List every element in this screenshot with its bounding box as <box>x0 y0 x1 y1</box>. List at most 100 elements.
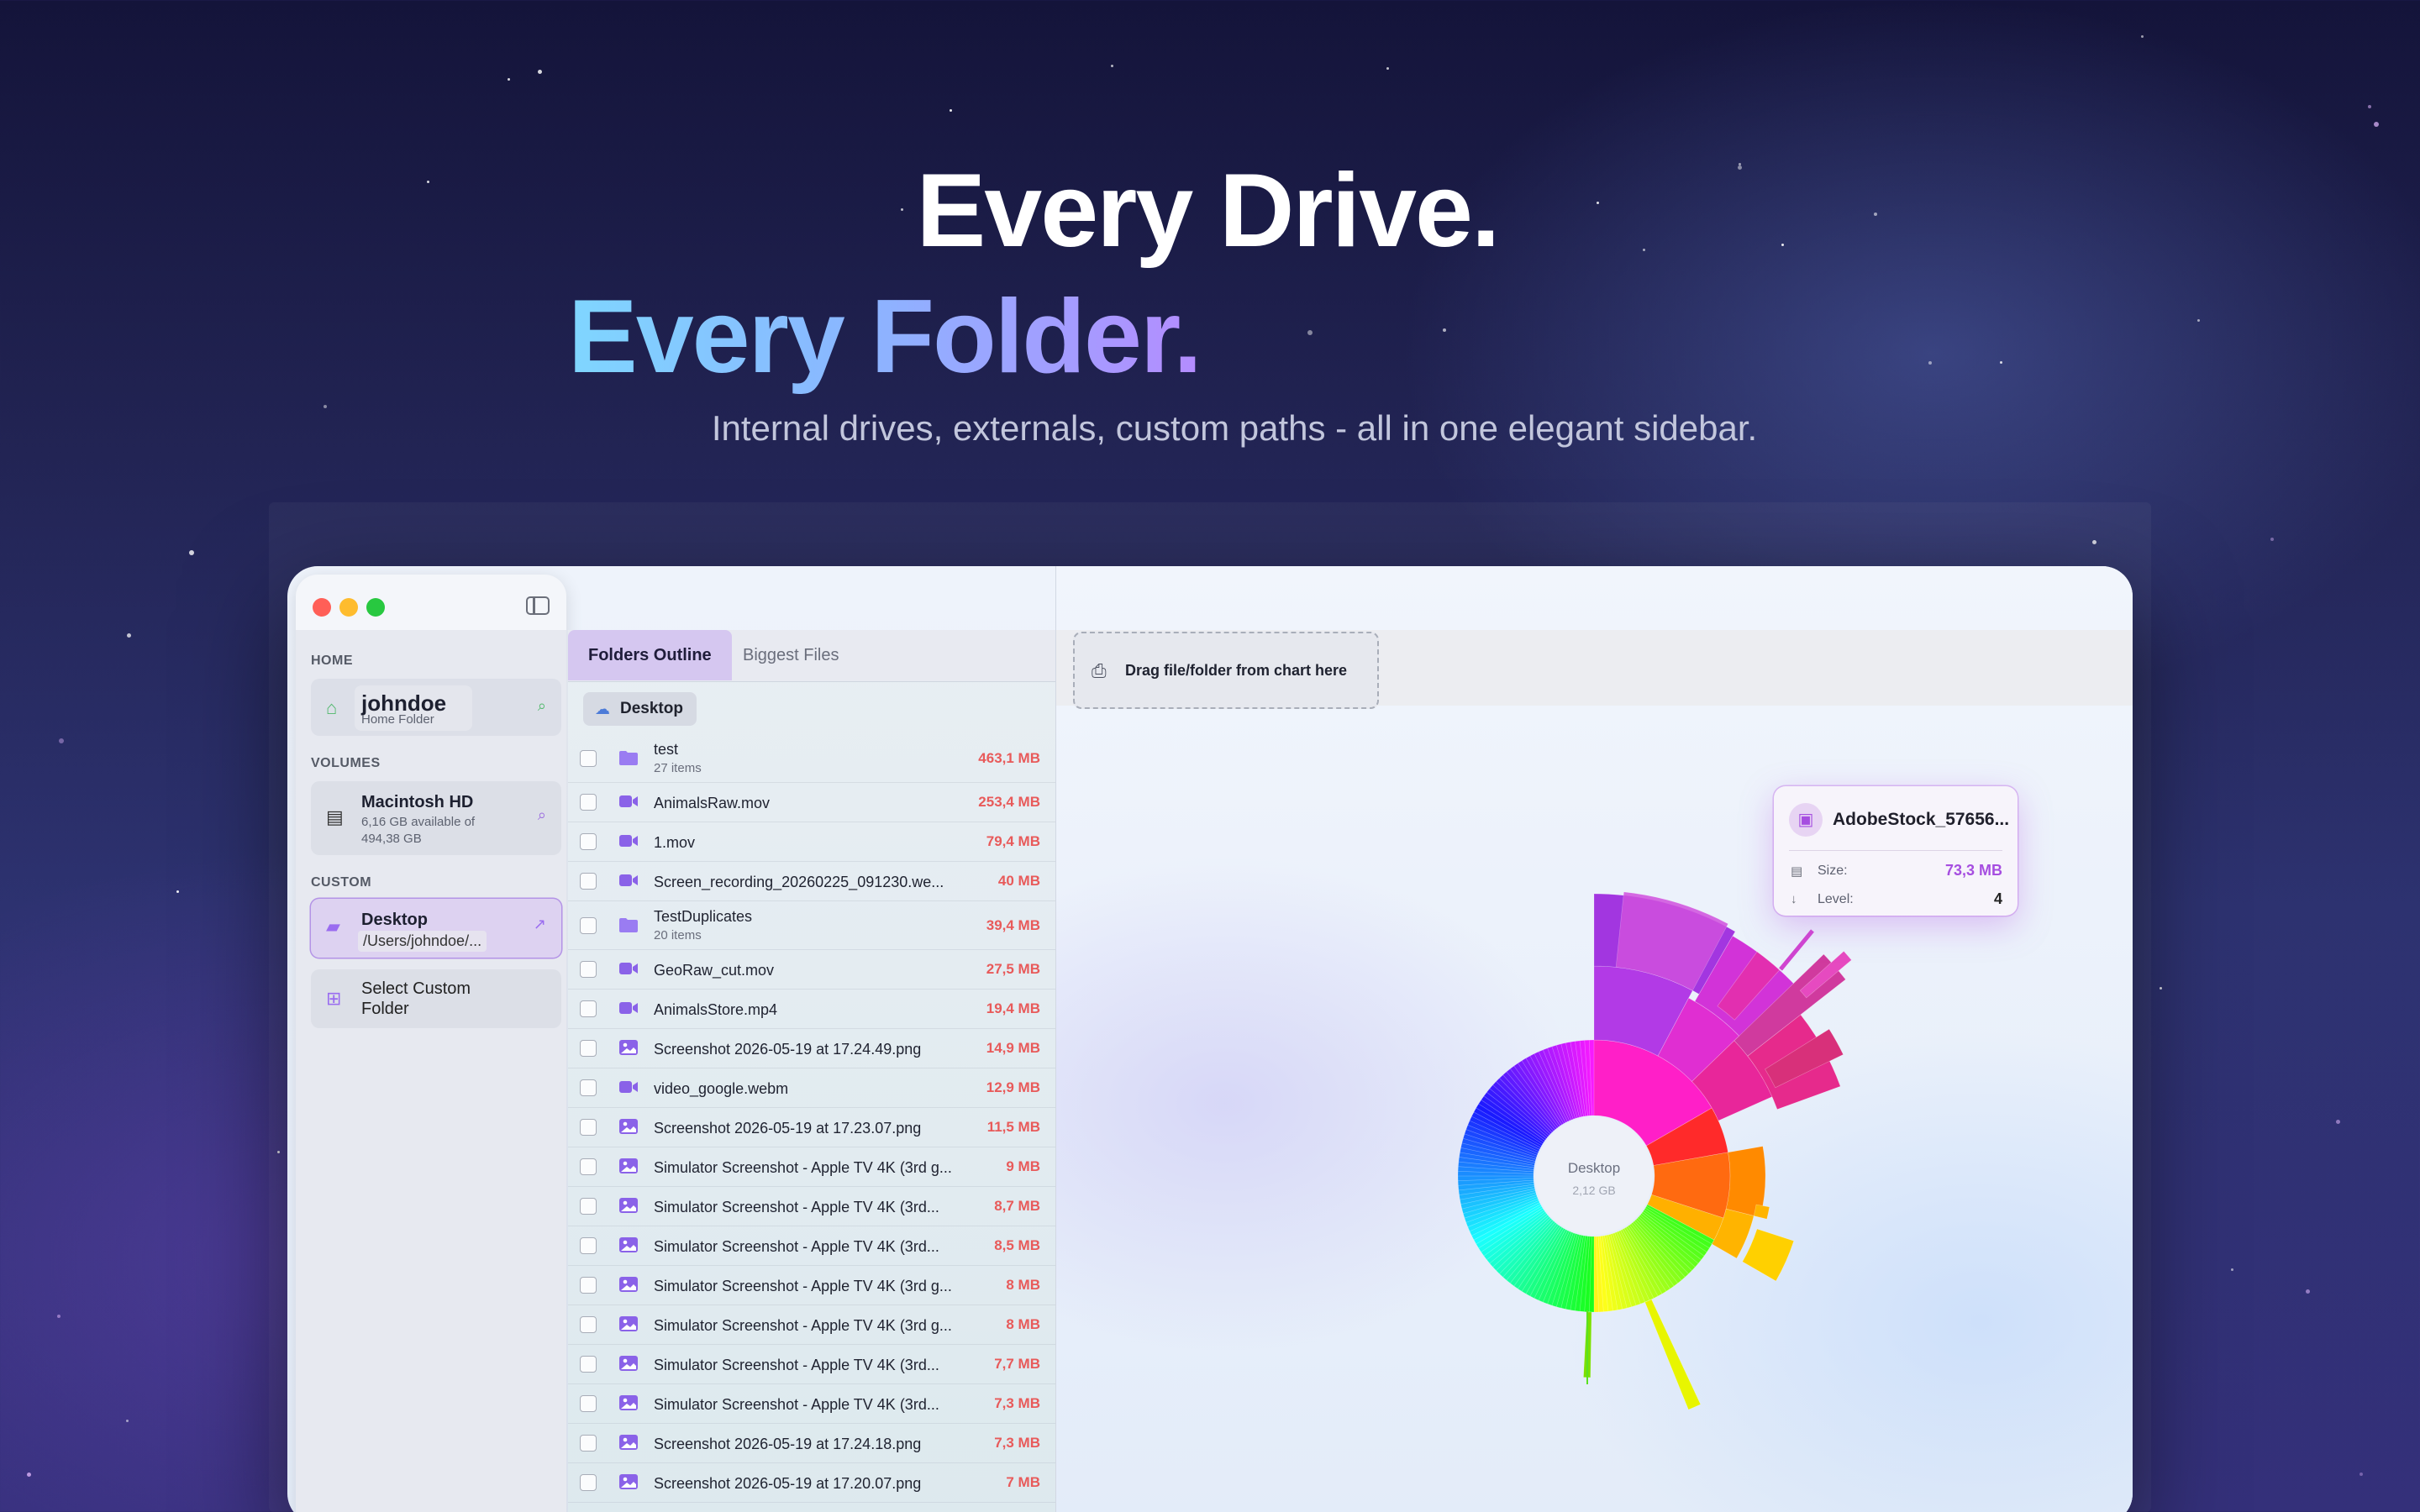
sidebar-item-macintosh-hd[interactable]: ▤ Macintosh HD 6,16 GB available of 494,… <box>311 781 561 855</box>
tab-biggest-files[interactable]: Biggest Files <box>723 630 860 680</box>
list-item[interactable]: Screen_recording_20260225_091230.we... 40… <box>568 862 1055 901</box>
file-name: Screenshot 2026-05-19 at 17.24.18.png <box>654 1436 921 1453</box>
sidebar-item-desktop[interactable]: ▰ Desktop /Users/johndoe/... ↗ <box>311 899 561 958</box>
list-item[interactable]: TestDuplicates 20 items 39,4 MB <box>568 901 1055 950</box>
tooltip-size-value: 73,3 MB <box>1945 862 2002 879</box>
sunburst-chart[interactable]: Desktop 2,12 GB <box>1056 566 2133 1512</box>
chart-segment[interactable] <box>1781 931 1812 969</box>
select-checkbox[interactable] <box>580 1316 597 1333</box>
close-window-button[interactable] <box>313 598 331 617</box>
file-name: Simulator Screenshot - Apple TV 4K (3rd … <box>654 1159 952 1177</box>
image-icon <box>618 1394 639 1413</box>
select-checkbox[interactable] <box>580 1237 597 1254</box>
file-name: Simulator Screenshot - Apple TV 4K (3rd.… <box>654 1238 939 1256</box>
select-checkbox[interactable] <box>580 1474 597 1491</box>
list-item[interactable]: AnimalsRaw.mov 253,4 MB <box>568 783 1055 822</box>
tab-bar: Folders Outline Biggest Files <box>568 630 1055 682</box>
sidebar-item-home[interactable]: ⌂ johndoe Home Folder ⌕ <box>311 679 561 736</box>
select-custom-line1: Select Custom <box>361 979 471 999</box>
file-size: 19,4 MB <box>986 1000 1040 1017</box>
file-name: AnimalsRaw.mov <box>654 795 770 812</box>
sidebar: HOME ⌂ johndoe Home Folder ⌕ VOLUMES ▤ M… <box>296 575 566 1512</box>
file-name: Screenshot 2026-05-19 at 17.20.07.png <box>654 1475 921 1493</box>
share-icon[interactable]: ↗ <box>534 916 546 933</box>
select-checkbox[interactable] <box>580 750 597 767</box>
custom-path: /Users/johndoe/... <box>358 931 487 952</box>
folder-icon <box>618 749 639 768</box>
chart-segment[interactable] <box>1743 1229 1794 1281</box>
image-icon <box>618 1355 639 1373</box>
list-item[interactable]: AnimalsStore.mp4 19,4 MB <box>568 990 1055 1029</box>
select-checkbox[interactable] <box>580 1395 597 1412</box>
file-size: 7 MB <box>1006 1474 1040 1491</box>
file-size: 14,9 MB <box>986 1040 1040 1057</box>
select-checkbox[interactable] <box>580 1000 597 1017</box>
select-checkbox[interactable] <box>580 873 597 890</box>
list-item[interactable]: Simulator Screenshot - Apple TV 4K (3rd … <box>568 1147 1055 1187</box>
tooltip-size-label: Size: <box>1818 864 1848 879</box>
file-size: 7,3 MB <box>994 1395 1040 1412</box>
chart-segment[interactable] <box>1754 1205 1770 1219</box>
file-name: video_google.webm <box>654 1080 788 1098</box>
section-label-volumes: VOLUMES <box>311 756 381 771</box>
list-item[interactable]: test 27 items 463,1 MB <box>568 734 1055 783</box>
chart-center[interactable] <box>1535 1117 1653 1235</box>
list-item[interactable]: Simulator Screenshot - Apple TV 4K (3rd.… <box>568 1384 1055 1424</box>
list-item[interactable]: video_google.webm 12,9 MB <box>568 1068 1055 1108</box>
sidebar-toggle-icon[interactable] <box>526 596 550 615</box>
section-label-custom: CUSTOM <box>311 875 371 890</box>
select-checkbox[interactable] <box>580 1277 597 1294</box>
file-size: 7,3 MB <box>994 1435 1040 1452</box>
list-item[interactable]: Screenshot 2026-05-19 at 17.23.07.png 11,… <box>568 1108 1055 1147</box>
list-item[interactable]: Screenshot 2026-05-19 at 17.24.49.png 14,… <box>568 1029 1055 1068</box>
chart-center-name: Desktop <box>1568 1160 1620 1176</box>
list-item[interactable]: Simulator Screenshot - Apple TV 4K (3rd.… <box>568 1226 1055 1266</box>
select-checkbox[interactable] <box>580 1158 597 1175</box>
minimize-window-button[interactable] <box>339 598 358 617</box>
list-item[interactable]: 1.mov 79,4 MB <box>568 822 1055 862</box>
select-checkbox[interactable] <box>580 833 597 850</box>
select-checkbox[interactable] <box>580 1356 597 1373</box>
search-icon[interactable]: ⌕ <box>538 806 546 824</box>
image-icon: ▣ <box>1789 803 1823 837</box>
folder-icon: ▰ <box>326 916 340 937</box>
select-checkbox[interactable] <box>580 1435 597 1452</box>
list-item[interactable]: Screenshot 2026-05-19 at 17.20.07.png 7 M… <box>568 1463 1055 1503</box>
breadcrumb[interactable]: ☁ Desktop <box>583 692 697 726</box>
volume-name: Macintosh HD <box>361 793 473 812</box>
select-checkbox[interactable] <box>580 961 597 978</box>
image-icon <box>618 1197 639 1215</box>
select-checkbox[interactable] <box>580 1079 597 1096</box>
file-name: Simulator Screenshot - Apple TV 4K (3rd … <box>654 1278 952 1295</box>
file-size: 9 MB <box>1006 1158 1040 1175</box>
select-checkbox[interactable] <box>580 917 597 934</box>
hero-title-line1: Every Drive. <box>0 151 2420 270</box>
drive-icon: ☁ <box>595 692 610 726</box>
file-name: test <box>654 741 678 759</box>
volume-capacity: 494,38 GB <box>361 832 422 846</box>
list-item[interactable]: GeoRaw_cut.mov 27,5 MB <box>568 950 1055 990</box>
chart-segment[interactable] <box>1645 1299 1701 1410</box>
select-checkbox[interactable] <box>580 1040 597 1057</box>
list-item[interactable]: Simulator Screenshot - Apple TV 4K (3rd.… <box>568 1345 1055 1384</box>
tab-folders-outline[interactable]: Folders Outline <box>568 630 732 680</box>
file-name: Simulator Screenshot - Apple TV 4K (3rd.… <box>654 1396 939 1414</box>
home-sub: Home Folder <box>361 712 434 727</box>
list-item[interactable]: Simulator Screenshot - Apple TV 4K (3rd … <box>568 1305 1055 1345</box>
video-icon <box>618 960 639 979</box>
breadcrumb-label: Desktop <box>620 700 683 717</box>
select-custom-folder-button[interactable]: ⊞ Select Custom Folder <box>311 969 561 1028</box>
list-item[interactable]: Simulator Screenshot - Apple TV 4K (3rd.… <box>568 1187 1055 1226</box>
list-item[interactable]: Simulator Screenshot - Apple TV 4K (3rd … <box>568 1266 1055 1305</box>
list-item[interactable]: Screenshot 2026-05-19 at 17.24.18.png 7,3… <box>568 1424 1055 1463</box>
file-size: 8 MB <box>1006 1277 1040 1294</box>
select-checkbox[interactable] <box>580 794 597 811</box>
image-icon <box>618 1236 639 1255</box>
file-size: 8,5 MB <box>994 1237 1040 1254</box>
select-checkbox[interactable] <box>580 1119 597 1136</box>
zoom-window-button[interactable] <box>366 598 385 617</box>
select-checkbox[interactable] <box>580 1198 597 1215</box>
file-list-pane: Folders Outline Biggest Files ☁ Desktop … <box>568 630 1055 1512</box>
search-icon[interactable]: ⌕ <box>538 697 546 715</box>
file-name: Simulator Screenshot - Apple TV 4K (3rd.… <box>654 1357 939 1374</box>
